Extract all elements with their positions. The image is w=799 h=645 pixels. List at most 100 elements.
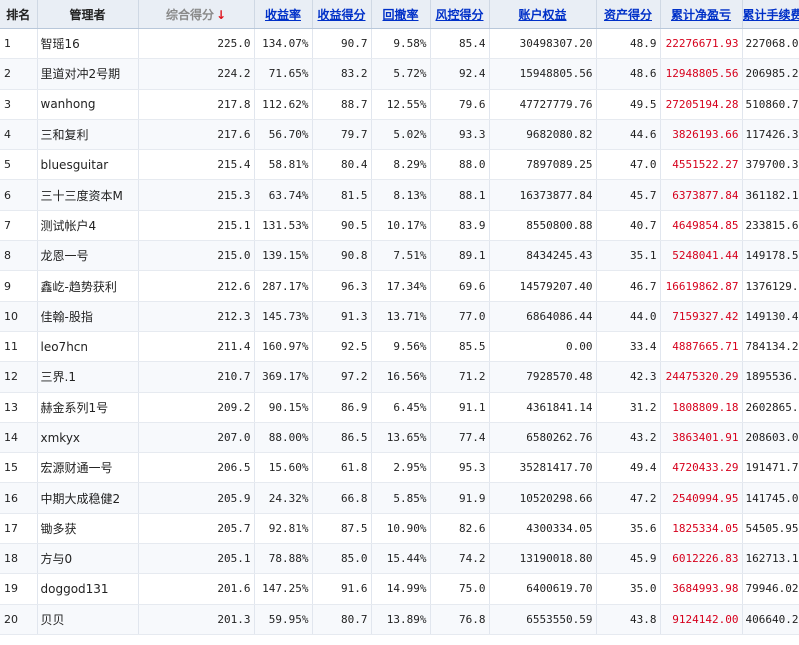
cell-rank: 8	[0, 240, 38, 272]
cell-drawdown: 15.44%	[371, 543, 431, 575]
cell-net-pnl: 4649854.85	[660, 210, 743, 242]
cell-equity: 6864086.44	[489, 301, 597, 332]
cell-manager-name[interactable]: 三十三度资本M	[37, 179, 139, 211]
cell-total-score: 206.5	[138, 452, 255, 484]
cell-risk-score: 77.4	[430, 422, 490, 454]
table-row: 6 三十三度资本M 215.3 63.74% 81.5 8.13% 88.1 16373877…	[0, 179, 799, 211]
cell-manager-name[interactable]: 方与0	[37, 543, 139, 575]
cell-drawdown: 12.55%	[371, 89, 431, 120]
cell-net-pnl: 4887665.71	[660, 331, 743, 363]
cell-equity: 9682080.82	[489, 119, 597, 151]
header-risk-score[interactable]: 风控得分	[430, 0, 490, 29]
cell-risk-score: 88.0	[430, 149, 490, 181]
cell-total-score: 224.2	[138, 58, 255, 90]
cell-return-score: 66.8	[312, 482, 372, 514]
cell-asset-score: 44.0	[596, 301, 661, 332]
cell-fees: 117426.34	[742, 119, 799, 151]
header-drawdown[interactable]: 回撤率	[371, 0, 431, 29]
cell-return-score: 97.2	[312, 361, 372, 393]
cell-manager-name[interactable]: 三界.1	[37, 361, 139, 393]
cell-rank: 3	[0, 89, 38, 120]
cell-return-score: 85.0	[312, 543, 372, 575]
header-asset-score[interactable]: 资产得分	[596, 0, 661, 29]
cell-total-score: 205.7	[138, 513, 255, 545]
cell-manager-name[interactable]: doggod131	[37, 573, 139, 605]
cell-rank: 4	[0, 119, 38, 151]
cell-return-rate: 160.97%	[254, 331, 313, 363]
cell-asset-score: 46.7	[596, 270, 661, 302]
cell-total-score: 210.7	[138, 361, 255, 393]
cell-fees: 233815.69	[742, 210, 799, 242]
cell-total-score: 215.3	[138, 179, 255, 211]
cell-fees: 784134.29	[742, 331, 799, 363]
cell-risk-score: 75.0	[430, 573, 490, 605]
cell-fees: 227068.07	[742, 28, 799, 60]
header-manager: 管理者	[37, 0, 139, 29]
cell-fees: 406640.25	[742, 604, 799, 635]
cell-manager-name[interactable]: 宏源财通一号	[37, 452, 139, 484]
cell-manager-name[interactable]: 三和复利	[37, 119, 139, 151]
cell-return-rate: 145.73%	[254, 301, 313, 332]
cell-rank: 11	[0, 331, 38, 363]
cell-manager-name[interactable]: 中期大成稳健2	[37, 482, 139, 514]
cell-rank: 17	[0, 513, 38, 545]
cell-risk-score: 76.8	[430, 604, 490, 635]
cell-rank: 14	[0, 422, 38, 454]
cell-net-pnl: 6012226.83	[660, 543, 743, 575]
cell-equity: 8434245.43	[489, 240, 597, 272]
cell-net-pnl: 2540994.95	[660, 482, 743, 514]
cell-rank: 6	[0, 179, 38, 211]
cell-equity: 0.00	[489, 331, 597, 363]
cell-net-pnl: 12948805.56	[660, 58, 743, 90]
cell-risk-score: 85.4	[430, 28, 490, 60]
cell-rank: 5	[0, 149, 38, 181]
cell-net-pnl: 24475320.29	[660, 361, 743, 393]
cell-fees: 162713.17	[742, 543, 799, 575]
cell-manager-name[interactable]: bluesguitar	[37, 149, 139, 181]
table-row: 19 doggod131 201.6 147.25% 91.6 14.99% 75.0 640…	[0, 573, 799, 605]
cell-manager-name[interactable]: 佳翰-股指	[37, 301, 139, 332]
cell-risk-score: 74.2	[430, 543, 490, 575]
cell-risk-score: 71.2	[430, 361, 490, 393]
cell-return-score: 87.5	[312, 513, 372, 545]
sort-desc-arrow-icon: ↓	[215, 7, 227, 22]
cell-total-score: 215.1	[138, 210, 255, 242]
table-row: 2 里道对冲2号期 224.2 71.65% 83.2 5.72% 92.4 15948805…	[0, 58, 799, 90]
cell-asset-score: 48.6	[596, 58, 661, 90]
cell-asset-score: 35.6	[596, 513, 661, 545]
cell-equity: 6400619.70	[489, 573, 597, 605]
cell-manager-name[interactable]: leo7hcn	[37, 331, 139, 363]
header-fees[interactable]: 累计手续费	[742, 0, 799, 29]
header-return-rate[interactable]: 收益率	[254, 0, 313, 29]
cell-manager-name[interactable]: 里道对冲2号期	[37, 58, 139, 90]
cell-fees: 54505.95	[742, 513, 799, 545]
cell-manager-name[interactable]: 智瑶16	[37, 28, 139, 60]
cell-manager-name[interactable]: 测试帐户4	[37, 210, 139, 242]
cell-fees: 141745.05	[742, 482, 799, 514]
cell-risk-score: 69.6	[430, 270, 490, 302]
cell-total-score: 225.0	[138, 28, 255, 60]
cell-manager-name[interactable]: 龙恩一号	[37, 240, 139, 272]
cell-asset-score: 31.2	[596, 392, 661, 423]
cell-manager-name[interactable]: 鑫屹-趋势获利	[37, 270, 139, 302]
header-net-pnl[interactable]: 累计净盈亏	[660, 0, 743, 29]
cell-equity: 15948805.56	[489, 58, 597, 90]
cell-rank: 20	[0, 604, 38, 635]
cell-return-rate: 63.74%	[254, 179, 313, 211]
header-total-score[interactable]: 综合得分 ↓	[138, 0, 255, 29]
cell-drawdown: 13.89%	[371, 604, 431, 635]
cell-manager-name[interactable]: 贝贝	[37, 604, 139, 635]
cell-manager-name[interactable]: 赫金系列1号	[37, 392, 139, 423]
cell-drawdown: 5.85%	[371, 482, 431, 514]
cell-drawdown: 10.17%	[371, 210, 431, 242]
cell-manager-name[interactable]: wanhong	[37, 89, 139, 120]
cell-return-rate: 56.70%	[254, 119, 313, 151]
cell-rank: 15	[0, 452, 38, 484]
cell-manager-name[interactable]: 锄多获	[37, 513, 139, 545]
cell-equity: 16373877.84	[489, 179, 597, 211]
cell-return-score: 79.7	[312, 119, 372, 151]
header-equity[interactable]: 账户权益	[489, 0, 597, 29]
cell-manager-name[interactable]: xmkyx	[37, 422, 139, 454]
header-return-score[interactable]: 收益得分	[312, 0, 372, 29]
table-row: 11 leo7hcn 211.4 160.97% 92.5 9.56% 85.5 0.00 33…	[0, 331, 799, 363]
